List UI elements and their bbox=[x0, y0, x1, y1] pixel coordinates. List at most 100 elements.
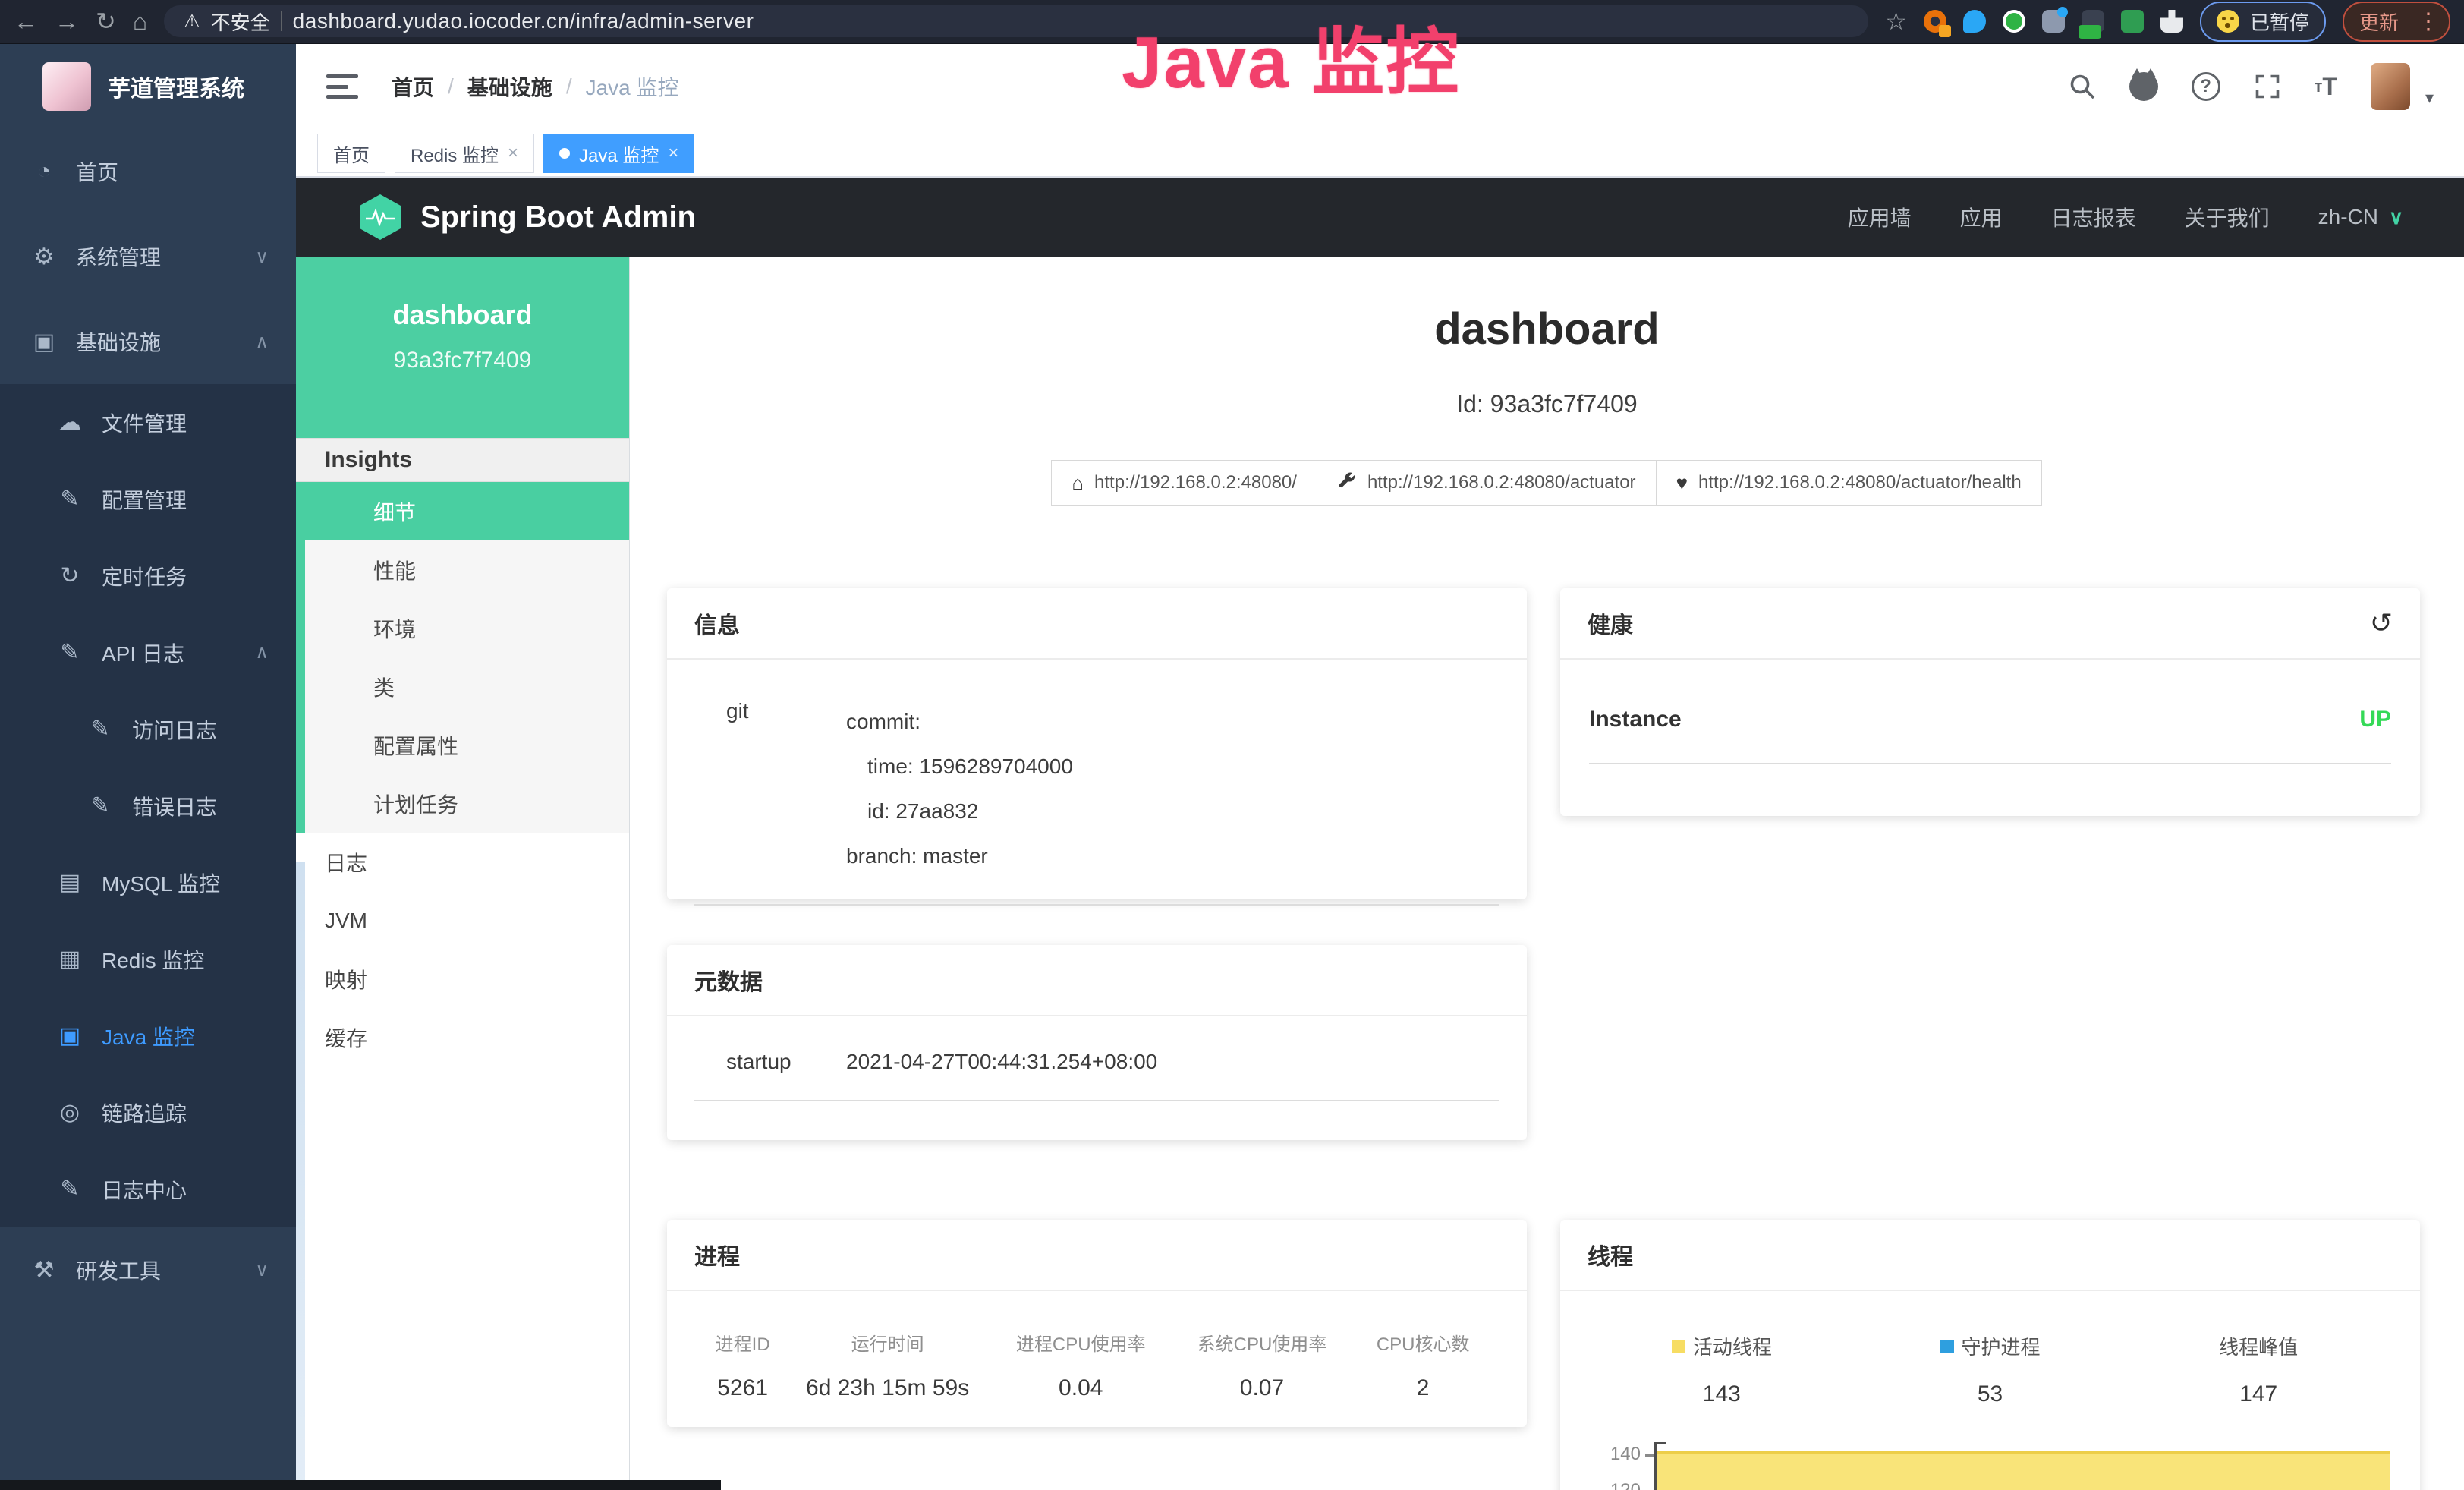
github-icon[interactable] bbox=[2129, 72, 2158, 101]
app-logo[interactable]: 芋道管理系统 bbox=[0, 44, 296, 129]
back-icon[interactable]: ← bbox=[14, 9, 38, 33]
sidebar-item-error-logs[interactable]: ✎ 错误日志 bbox=[0, 767, 296, 844]
subnav-metrics[interactable]: 性能 bbox=[305, 540, 629, 599]
screen: ← → ↻ ⌂ ⚠ 不安全 dashboard.yudao.iocoder.cn… bbox=[0, 0, 2464, 1490]
subnav-logging[interactable]: 日志 bbox=[296, 833, 629, 891]
server-icon: ▤ bbox=[55, 869, 85, 896]
startup-label: startup bbox=[694, 1050, 846, 1074]
sidebar-item-java-monitor[interactable]: ▣ Java 监控 bbox=[0, 997, 296, 1074]
sba-brand[interactable]: Spring Boot Admin bbox=[420, 200, 696, 235]
subnav-details[interactable]: 细节 bbox=[296, 482, 629, 540]
extension-icon[interactable] bbox=[1963, 10, 1986, 33]
instance-name: dashboard bbox=[296, 299, 629, 331]
scrollbar[interactable] bbox=[296, 862, 305, 1490]
health-instance-row[interactable]: Instance UP bbox=[1589, 660, 2391, 764]
subnav-environment[interactable]: 环境 bbox=[305, 599, 629, 657]
sidebar-item-redis-monitor[interactable]: ▦ Redis 监控 bbox=[0, 921, 296, 997]
sidebar-item-dev-tools[interactable]: ⚒ 研发工具 ∨ bbox=[0, 1227, 296, 1312]
subnav-scheduled-tasks[interactable]: 计划任务 bbox=[305, 774, 629, 833]
subnav-classes[interactable]: 类 bbox=[305, 657, 629, 716]
extension-icon[interactable] bbox=[2121, 10, 2144, 33]
forward-icon[interactable]: → bbox=[55, 9, 79, 33]
reload-icon[interactable]: ↻ bbox=[96, 9, 116, 33]
threads-legend: 活动线程 守护进程 线程峰值 bbox=[1588, 1332, 2393, 1360]
bookmark-star-icon[interactable]: ☆ bbox=[1885, 9, 1907, 33]
edit-icon: ✎ bbox=[85, 716, 115, 742]
insights-section-label: Insights bbox=[296, 438, 629, 482]
info-card-title: 信息 bbox=[667, 588, 1527, 660]
sidebar-item-access-logs[interactable]: ✎ 访问日志 bbox=[0, 691, 296, 767]
health-url-button[interactable]: ♥ http://192.168.0.2:48080/actuator/heal… bbox=[1656, 460, 2042, 506]
health-history-icon[interactable]: ↺ bbox=[2370, 607, 2393, 639]
subnav-config-props[interactable]: 配置属性 bbox=[305, 716, 629, 774]
spring-boot-admin-header: Spring Boot Admin 应用墙 应用 日志报表 关于我们 zh-CN… bbox=[296, 178, 2464, 257]
uptime-value: 6d 23h 15m 59s bbox=[791, 1375, 984, 1401]
system-cpu-value: 0.07 bbox=[1178, 1375, 1347, 1401]
home-icon[interactable]: ⌂ bbox=[133, 9, 147, 33]
health-card-title: 健康 bbox=[1588, 606, 1633, 640]
peak-threads-value: 147 bbox=[2124, 1381, 2393, 1407]
tab-home[interactable]: 首页 bbox=[317, 134, 385, 173]
legend-live-threads: 活动线程 bbox=[1588, 1332, 1856, 1360]
instance-details-panel: dashboard Id: 93a3fc7f7409 ⌂ http://192.… bbox=[630, 257, 2464, 1490]
puzzle-extensions-icon[interactable] bbox=[2160, 10, 2183, 33]
sidebar-item-file-management[interactable]: ☁ 文件管理 bbox=[0, 384, 296, 461]
monitor-icon: ▣ bbox=[29, 329, 59, 355]
annotation-text: Java 监控 bbox=[1122, 3, 1460, 109]
fullscreen-icon[interactable] bbox=[2254, 73, 2281, 100]
extension-icon[interactable] bbox=[2003, 10, 2025, 33]
user-avatar[interactable] bbox=[2371, 63, 2410, 110]
profile-paused-chip[interactable]: 已暂停 bbox=[2200, 2, 2326, 42]
extension-icon[interactable] bbox=[1924, 10, 1946, 33]
heartbeat-icon: ♥ bbox=[1676, 471, 1688, 495]
cloud-upload-icon: ☁ bbox=[55, 409, 85, 436]
service-url-button[interactable]: ⌂ http://192.168.0.2:48080/ bbox=[1051, 460, 1317, 506]
actuator-url-button[interactable]: http://192.168.0.2:48080/actuator bbox=[1317, 460, 1657, 506]
content: dashboard 93a3fc7f7409 Insights 细节 性能 环境… bbox=[296, 257, 2464, 1490]
subnav-caches[interactable]: 缓存 bbox=[296, 1008, 629, 1066]
url-text: dashboard.yudao.iocoder.cn/infra/admin-s… bbox=[293, 9, 754, 33]
y-axis-tick-label: 120 bbox=[1588, 1480, 1641, 1490]
yellow-swatch-icon bbox=[1672, 1340, 1685, 1353]
sidebar-item-system-management[interactable]: ⚙ 系统管理 ∨ bbox=[0, 214, 296, 299]
edit-icon: ✎ bbox=[55, 1176, 85, 1202]
not-secure-warning-icon: ⚠ bbox=[184, 11, 200, 33]
sidebar-item-mysql-monitor[interactable]: ▤ MySQL 监控 bbox=[0, 844, 296, 921]
chevron-down-icon: ∨ bbox=[255, 1259, 269, 1281]
extension-icon[interactable] bbox=[2082, 10, 2104, 33]
breadcrumb-home[interactable]: 首页 bbox=[392, 71, 434, 102]
close-tab-icon[interactable]: × bbox=[508, 143, 518, 164]
health-card: 健康 ↺ Instance UP bbox=[1560, 588, 2420, 816]
tab-java-monitor[interactable]: Java 监控 × bbox=[543, 134, 694, 173]
breadcrumb-section[interactable]: 基础设施 bbox=[467, 71, 552, 102]
insights-group: 细节 性能 环境 类 配置属性 计划任务 bbox=[296, 482, 629, 833]
sba-nav-applications[interactable]: 应用 bbox=[1960, 202, 2003, 232]
sba-nav-journal[interactable]: 日志报表 bbox=[2051, 202, 2136, 232]
breadcrumb-separator: / bbox=[448, 74, 454, 99]
subnav-mappings[interactable]: 映射 bbox=[296, 950, 629, 1008]
help-icon[interactable]: ? bbox=[2192, 72, 2220, 101]
sidebar-item-config-management[interactable]: ✎ 配置管理 bbox=[0, 461, 296, 537]
avatar-caret-icon[interactable]: ▾ bbox=[2425, 88, 2434, 108]
font-size-icon[interactable]: тT bbox=[2315, 73, 2337, 101]
sidebar-item-home[interactable]: ◔ 首页 bbox=[0, 129, 296, 214]
git-label: git bbox=[694, 699, 846, 878]
sidebar-item-infrastructure[interactable]: ▣ 基础设施 ∧ bbox=[0, 299, 296, 384]
subnav-jvm[interactable]: JVM bbox=[296, 891, 629, 950]
sba-nav-wallboard[interactable]: 应用墙 bbox=[1848, 202, 1912, 232]
sidebar-item-tracing[interactable]: ◎ 链路追踪 bbox=[0, 1074, 296, 1151]
process-table-values: 5261 6d 23h 15m 59s 0.04 0.07 2 bbox=[694, 1375, 1499, 1401]
sba-nav-about[interactable]: 关于我们 bbox=[2185, 202, 2270, 232]
extension-icon[interactable] bbox=[2042, 10, 2065, 33]
sba-language-selector[interactable]: zh-CN ∨ bbox=[2318, 205, 2403, 229]
collapse-sidebar-icon[interactable] bbox=[326, 74, 358, 99]
chrome-update-button[interactable]: 更新 ⋮ bbox=[2343, 2, 2450, 42]
close-tab-icon[interactable]: × bbox=[668, 143, 678, 164]
sidebar-item-scheduled-tasks[interactable]: ↻ 定时任务 bbox=[0, 537, 296, 614]
address-bar[interactable]: ⚠ 不安全 dashboard.yudao.iocoder.cn/infra/a… bbox=[164, 5, 1868, 37]
browser-menu-icon[interactable]: ⋮ bbox=[2417, 8, 2440, 35]
search-icon[interactable] bbox=[2069, 73, 2096, 100]
sidebar-item-api-logs[interactable]: ✎ API 日志 ∧ bbox=[0, 614, 296, 691]
tab-redis-monitor[interactable]: Redis 监控 × bbox=[395, 134, 534, 173]
sidebar-item-log-center[interactable]: ✎ 日志中心 bbox=[0, 1151, 296, 1227]
